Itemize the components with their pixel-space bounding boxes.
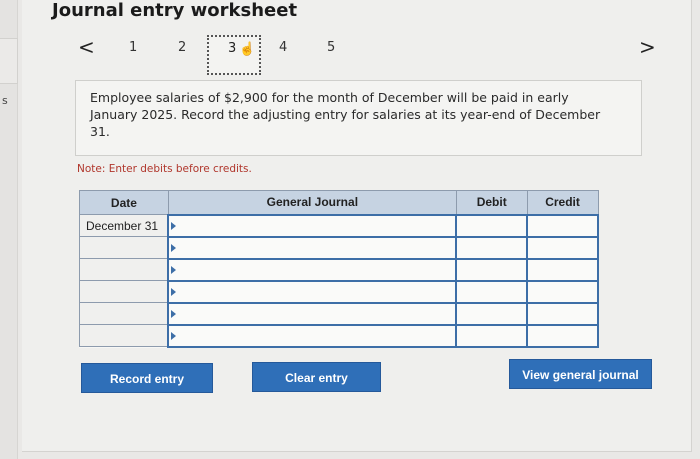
- date-cell[interactable]: [79, 280, 169, 303]
- journal-entry-table: Date General Journal Debit Credit Decemb…: [79, 190, 599, 348]
- page-3-current[interactable]: 3 ☝: [207, 35, 261, 75]
- table-row: [79, 235, 599, 260]
- debit-input[interactable]: [455, 213, 529, 238]
- clear-entry-button[interactable]: Clear entry: [252, 362, 381, 392]
- credit-input[interactable]: [526, 323, 599, 348]
- credit-input[interactable]: [526, 235, 599, 260]
- debit-input[interactable]: [455, 301, 529, 326]
- page-5-link[interactable]: 5: [327, 40, 335, 55]
- account-dropdown[interactable]: [167, 257, 458, 282]
- dropdown-triangle-icon: [171, 309, 177, 318]
- table-row: December 31: [79, 213, 599, 238]
- dropdown-triangle-icon: [171, 221, 177, 230]
- table-row: [79, 301, 599, 326]
- view-general-journal-button[interactable]: View general journal: [509, 359, 652, 389]
- table-row: [79, 279, 599, 304]
- page-2-link[interactable]: 2: [178, 40, 186, 55]
- date-cell[interactable]: [79, 236, 169, 259]
- column-header-date: Date: [79, 190, 169, 215]
- next-page-arrow[interactable]: >: [639, 37, 656, 57]
- account-dropdown[interactable]: [167, 213, 458, 238]
- dropdown-triangle-icon: [171, 243, 177, 252]
- table-row: [79, 257, 599, 282]
- left-ghost-tab: [0, 38, 18, 84]
- credit-input[interactable]: [526, 213, 599, 238]
- date-cell[interactable]: [79, 302, 169, 325]
- date-cell[interactable]: [79, 258, 169, 281]
- column-header-general-journal: General Journal: [167, 190, 457, 215]
- record-entry-button[interactable]: Record entry: [81, 363, 213, 393]
- page-4-link[interactable]: 4: [279, 40, 287, 55]
- hand-pointer-icon: ☝: [239, 41, 256, 56]
- dropdown-triangle-icon: [171, 265, 177, 274]
- debit-input[interactable]: [455, 257, 529, 282]
- dropdown-triangle-icon: [171, 331, 177, 340]
- page-1-link[interactable]: 1: [129, 40, 137, 55]
- date-cell[interactable]: December 31: [79, 214, 169, 237]
- question-prompt-box: Employee salaries of $2,900 for the mont…: [75, 80, 642, 156]
- account-dropdown[interactable]: [167, 235, 458, 260]
- credit-input[interactable]: [526, 279, 599, 304]
- column-header-debit: Debit: [455, 190, 528, 215]
- question-prompt-text: Employee salaries of $2,900 for the mont…: [90, 90, 601, 139]
- page-title: Journal entry worksheet: [52, 0, 298, 21]
- dropdown-triangle-icon: [171, 287, 177, 296]
- account-dropdown[interactable]: [167, 301, 458, 326]
- table-header-row: Date General Journal Debit Credit: [79, 190, 599, 215]
- debit-input[interactable]: [455, 235, 529, 260]
- date-cell[interactable]: [79, 324, 169, 347]
- current-page-number: 3: [228, 41, 237, 56]
- credit-input[interactable]: [526, 301, 599, 326]
- account-dropdown[interactable]: [167, 279, 458, 304]
- column-header-credit: Credit: [526, 190, 599, 215]
- debit-input[interactable]: [455, 279, 529, 304]
- left-strip-letter: s: [2, 94, 8, 107]
- debit-input[interactable]: [455, 323, 529, 348]
- table-row: [79, 323, 599, 348]
- prev-page-arrow[interactable]: <: [78, 37, 95, 57]
- credit-input[interactable]: [526, 257, 599, 282]
- account-dropdown[interactable]: [167, 323, 458, 348]
- entry-note: Note: Enter debits before credits.: [77, 163, 252, 175]
